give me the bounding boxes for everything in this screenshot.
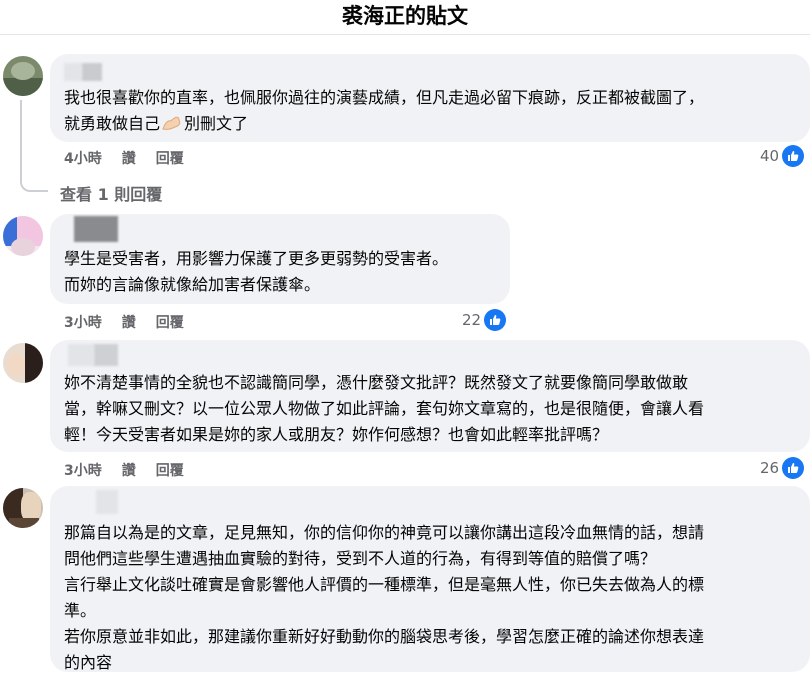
comment-meta: 4小時讚回覆 (64, 148, 204, 168)
thumbs-up-icon (782, 145, 805, 167)
avatar[interactable] (3, 216, 43, 256)
avatar[interactable] (3, 343, 43, 383)
reaction-count-value: 26 (760, 459, 780, 477)
comment-timestamp[interactable]: 3小時 (64, 460, 102, 480)
commenter-name[interactable] (68, 344, 94, 366)
avatar[interactable] (3, 56, 43, 96)
like-button[interactable]: 讚 (122, 460, 136, 480)
like-button[interactable]: 讚 (122, 148, 136, 168)
view-replies-link[interactable]: 查看 1 則回覆 (60, 181, 162, 205)
comment-text: 那篇自以為是的文章，足見無知，你的信仰你的神竟可以讓你講出這段冷血無情的話，想請… (64, 523, 705, 672)
reaction-count[interactable]: 22 (462, 309, 507, 331)
avatar[interactable] (3, 488, 43, 528)
page-title: 裘海正的貼文 (0, 0, 810, 35)
commenter-name[interactable] (96, 490, 118, 514)
comment-meta: 3小時讚回覆 (64, 312, 204, 332)
commenter-name[interactable] (64, 63, 82, 81)
reaction-count-value: 22 (462, 311, 482, 329)
comment-text: 我也很喜歡你的直率，也佩服你過往的演藝成績，但凡走過必留下痕跡，反正都被截圖了，… (64, 88, 705, 133)
reply-button[interactable]: 回覆 (156, 460, 184, 480)
reply-button[interactable]: 回覆 (156, 148, 184, 168)
thumbs-up-icon (484, 309, 507, 331)
comment-timestamp[interactable]: 3小時 (64, 312, 102, 332)
commenter-name[interactable] (74, 216, 118, 242)
reaction-count[interactable]: 26 (760, 457, 805, 479)
comment-text: 妳不清楚事情的全貌也不認識簡同學，憑什麼發文批評？既然發文了就要像簡同學敢做敢 … (64, 373, 705, 444)
muscle-emoji-icon (161, 114, 183, 132)
commenter-name[interactable] (94, 344, 118, 366)
reaction-count-value: 40 (760, 147, 780, 165)
thread-connector-line (20, 100, 48, 192)
thumbs-up-icon (782, 457, 805, 479)
reply-button[interactable]: 回覆 (156, 312, 184, 332)
comment-text: 學生是受害者，用影響力保護了更多更弱勢的受害者。 而妳的言論像就像給加害者保護傘… (64, 249, 449, 294)
comment-meta: 3小時讚回覆 (64, 460, 204, 480)
commenter-name[interactable] (82, 63, 102, 81)
reaction-count[interactable]: 40 (760, 145, 805, 167)
like-button[interactable]: 讚 (122, 312, 136, 332)
comment-timestamp[interactable]: 4小時 (64, 148, 102, 168)
